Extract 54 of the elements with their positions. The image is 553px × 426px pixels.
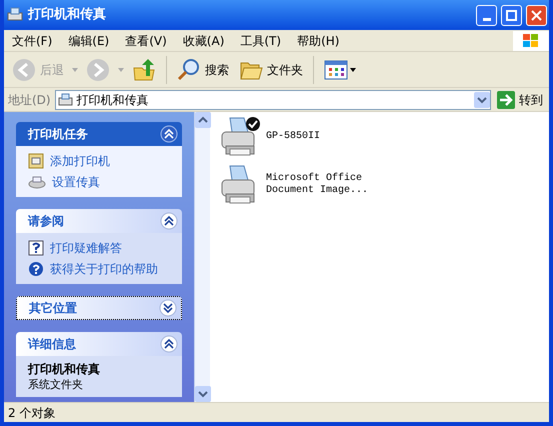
printer-add-icon bbox=[28, 153, 44, 169]
panel-header[interactable]: 其它位置 bbox=[16, 296, 182, 320]
close-button[interactable] bbox=[526, 4, 547, 26]
collapse-icon[interactable] bbox=[160, 335, 178, 353]
search-button[interactable]: 搜索 bbox=[175, 56, 231, 84]
panel-header[interactable]: 详细信息 bbox=[16, 332, 182, 356]
task-link[interactable]: 添加打印机 bbox=[50, 152, 110, 170]
printer-icon bbox=[6, 7, 24, 23]
dropdown-caret-icon[interactable] bbox=[350, 68, 356, 72]
menu-item[interactable]: 查看(V) bbox=[117, 32, 175, 50]
panel-title: 请参阅 bbox=[28, 213, 64, 230]
close-icon bbox=[531, 10, 542, 20]
menu-item[interactable]: 帮助(H) bbox=[289, 32, 348, 50]
printer-name[interactable]: GP-5850II bbox=[266, 131, 320, 143]
minimize-icon bbox=[482, 18, 490, 20]
scrollbar[interactable] bbox=[194, 112, 210, 402]
task-link[interactable]: 设置传真 bbox=[52, 173, 100, 191]
collapse-icon[interactable] bbox=[160, 125, 178, 143]
fax-icon bbox=[28, 175, 46, 189]
task-link[interactable]: 获得关于打印的帮助 bbox=[50, 260, 158, 278]
arrow-right-icon bbox=[497, 90, 515, 108]
folders-button[interactable]: 文件夹 bbox=[237, 56, 305, 82]
details-name: 打印机和传真 bbox=[28, 362, 101, 376]
window-title: 打印机和传真 bbox=[28, 6, 107, 24]
views-button[interactable] bbox=[322, 58, 358, 82]
details-type: 系统文件夹 bbox=[28, 379, 84, 391]
menu-item[interactable]: 收藏(A) bbox=[174, 32, 232, 50]
menu-item[interactable]: 编辑(E) bbox=[60, 32, 118, 50]
maximize-icon bbox=[506, 10, 517, 20]
panel-title: 打印机任务 bbox=[28, 126, 88, 143]
printer-icon bbox=[58, 92, 74, 106]
expand-icon[interactable] bbox=[159, 299, 177, 317]
search-icon[interactable] bbox=[177, 58, 201, 82]
task-link[interactable]: 打印疑难解答 bbox=[50, 239, 122, 257]
status-text: 2 个对象 bbox=[8, 404, 56, 422]
menu-item[interactable]: 文件(F) bbox=[4, 32, 60, 50]
help-document-icon bbox=[28, 240, 44, 256]
go-button[interactable]: 转到 bbox=[495, 90, 545, 108]
scroll-up-icon[interactable] bbox=[195, 112, 211, 128]
printer-name[interactable]: Microsoft Office Document Image... bbox=[266, 173, 368, 197]
panel-header[interactable]: 请参阅 bbox=[16, 209, 182, 233]
minimize-button[interactable] bbox=[476, 4, 497, 26]
collapse-icon[interactable] bbox=[160, 212, 178, 230]
menu-item[interactable]: 工具(T) bbox=[232, 32, 290, 50]
panel-title: 详细信息 bbox=[28, 336, 76, 353]
help-icon bbox=[28, 261, 44, 277]
flag-logo-icon bbox=[513, 30, 549, 50]
maximize-button[interactable] bbox=[501, 4, 522, 26]
panel-title: 其它位置 bbox=[29, 300, 77, 317]
address-field[interactable]: 打印机和传真 bbox=[54, 90, 491, 110]
address-label: 地址(D) bbox=[8, 92, 51, 108]
views-icon[interactable] bbox=[324, 60, 348, 80]
scroll-down-icon[interactable] bbox=[195, 386, 211, 402]
panel-header[interactable]: 打印机任务 bbox=[16, 122, 182, 146]
